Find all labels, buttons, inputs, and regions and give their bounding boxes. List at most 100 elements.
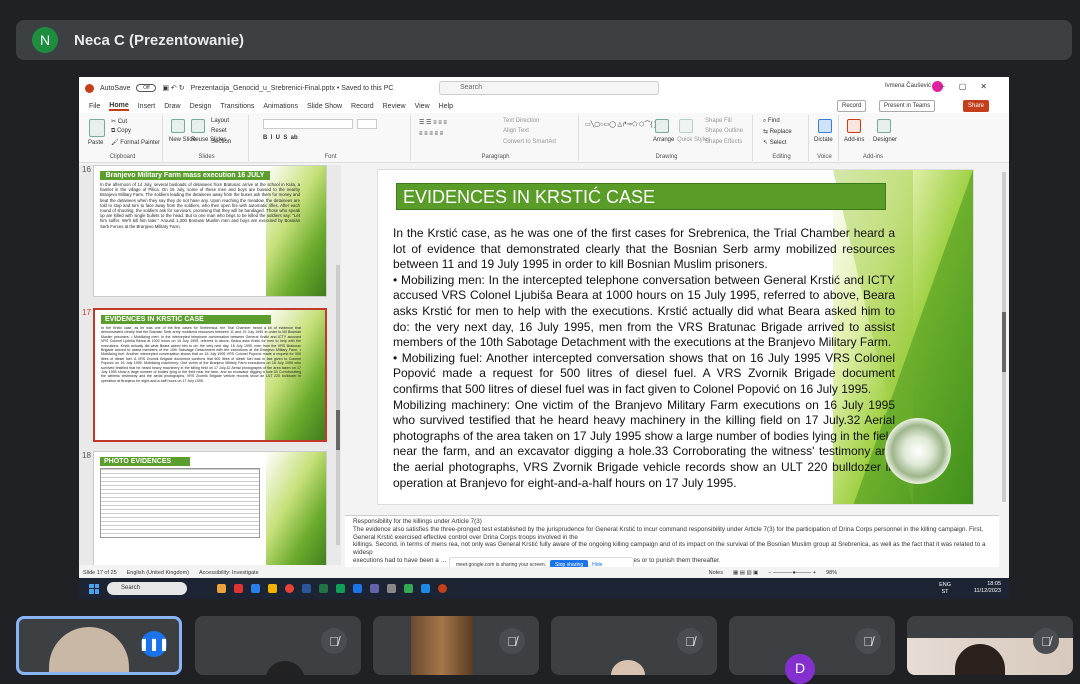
thumbnails-scrollbar[interactable]: [336, 265, 340, 545]
language-status[interactable]: English (United Kingdom): [127, 570, 189, 576]
menu-help[interactable]: Help: [439, 103, 453, 110]
present-in-teams-button[interactable]: Present in Teams: [879, 100, 936, 112]
slide-body[interactable]: In the Krstić case, as he was one of the…: [393, 226, 895, 491]
align-buttons[interactable]: ≡ ≡ ≡ ≡ ≡: [419, 131, 443, 137]
font-name-select[interactable]: [263, 119, 353, 129]
slide-title[interactable]: EVIDENCES IN KRSTIĆ CASE: [396, 183, 886, 210]
powerpoint-icon[interactable]: [438, 584, 447, 593]
dictate-label[interactable]: Dictate: [814, 137, 833, 143]
list-buttons[interactable]: ☰ ☰ ≡ ≡ ≡: [419, 119, 447, 126]
participant-tile[interactable]: 🎙̸: [907, 616, 1073, 675]
bold-italic-underline[interactable]: B I U S ab: [263, 135, 298, 141]
autosave-toggle[interactable]: Off: [136, 84, 157, 92]
shape-effects-button[interactable]: Shape Effects: [705, 139, 742, 145]
share-button[interactable]: Share: [963, 100, 990, 112]
quick-styles-icon[interactable]: [679, 119, 693, 133]
align-text-button[interactable]: Align Text: [503, 128, 529, 134]
menu-review[interactable]: Review: [383, 103, 406, 110]
menu-slide-show[interactable]: Slide Show: [307, 103, 342, 110]
shape-fill-button[interactable]: Shape Fill: [705, 118, 732, 124]
word-icon[interactable]: [302, 584, 311, 593]
notes-toggle[interactable]: Notes: [709, 570, 723, 576]
slide-scrollbar[interactable]: [1002, 172, 1006, 502]
thumb-decoration: [266, 452, 326, 565]
app-icon[interactable]: [234, 584, 243, 593]
participant-tile[interactable]: 🎙̸: [551, 616, 717, 675]
clock[interactable]: 18:05 11/12/2023: [974, 581, 1001, 595]
participant-video: [265, 661, 305, 675]
slide-canvas[interactable]: EVIDENCES IN KRSTIĆ CASE In the Krstić c…: [377, 169, 974, 505]
layout-button[interactable]: Layout: [211, 118, 229, 124]
windows-start-icon[interactable]: [89, 583, 99, 594]
slide-thumbnail-selected[interactable]: EVIDENCES IN KRSTIĆ CASE In the Krstić c…: [93, 308, 327, 442]
excel-icon[interactable]: [319, 584, 328, 593]
edge-icon[interactable]: [251, 584, 260, 593]
menu-design[interactable]: Design: [190, 103, 212, 110]
reuse-slides-icon[interactable]: [191, 119, 205, 133]
menu-record[interactable]: Record: [351, 103, 374, 110]
file-explorer-icon[interactable]: [217, 584, 226, 593]
record-button[interactable]: Record: [837, 100, 867, 112]
language-indicator[interactable]: ENG ST: [939, 582, 951, 596]
folder-icon[interactable]: [268, 584, 277, 593]
reset-button[interactable]: Reset: [211, 128, 227, 134]
clipboard-label: Clipboard: [109, 154, 136, 160]
participant-tile[interactable]: 🎙̸: [195, 616, 361, 675]
scrollbar-thumb[interactable]: [336, 410, 340, 450]
menu-home[interactable]: Home: [109, 102, 129, 111]
app-icon[interactable]: [404, 584, 413, 593]
outlook-icon[interactable]: [421, 584, 430, 593]
designer-icon[interactable]: [877, 119, 891, 133]
menu-file[interactable]: File: [89, 103, 100, 110]
font-size-select[interactable]: [357, 119, 377, 129]
accessibility-status[interactable]: Accessibility: Investigate: [199, 570, 259, 576]
copy-button[interactable]: ⧉ Copy: [111, 128, 131, 135]
menu-view[interactable]: View: [415, 103, 430, 110]
shapes-gallery[interactable]: ▭╲▢○▭◯ △↱⇨⬠ ⬡⌒{ }☆: [585, 119, 661, 128]
menu-transitions[interactable]: Transitions: [220, 103, 254, 110]
shape-outline-button[interactable]: Shape Outline: [705, 128, 743, 134]
microphone-icon[interactable]: [818, 119, 832, 133]
find-button[interactable]: ⌕ Find: [763, 118, 780, 125]
text-direction-button[interactable]: Text Direction: [503, 118, 539, 124]
view-buttons[interactable]: ▦ ▤ ▥ ▣: [733, 570, 758, 576]
slide-paragraph: • Mobilizing men: In the intercepted tel…: [393, 272, 895, 350]
format-painter-button[interactable]: 🖌 Format Painter: [111, 139, 160, 146]
search-input[interactable]: Search: [439, 81, 659, 95]
paste-label[interactable]: Paste: [88, 140, 103, 146]
menu-draw[interactable]: Draw: [164, 103, 180, 110]
user-name: Ivmena Čaušević: [884, 83, 931, 89]
teams-icon[interactable]: [370, 584, 379, 593]
participant-tile[interactable]: ❚❚❚: [16, 616, 182, 675]
app-icon[interactable]: [336, 584, 345, 593]
notes-pane[interactable]: Responsibility for the killings under Ar…: [345, 515, 999, 567]
slide-thumbnail[interactable]: PHOTO EVIDENCES: [93, 451, 327, 565]
zoom-level[interactable]: 98%: [826, 570, 837, 576]
window-controls[interactable]: –▢✕: [940, 82, 1001, 91]
zoom-slider[interactable]: – ─────●──── +: [768, 570, 816, 576]
cut-button[interactable]: ✂ Cut: [111, 118, 127, 125]
addins-label[interactable]: Add-ins: [844, 137, 864, 143]
select-button[interactable]: ↖ Select: [763, 139, 786, 146]
new-slide-icon[interactable]: [171, 119, 185, 133]
menu-animations[interactable]: Animations: [263, 103, 298, 110]
replace-button[interactable]: ⇆ Replace: [763, 128, 792, 135]
thumb-text: In the afternoon of 14 July, several bus…: [100, 182, 300, 229]
slide-thumbnail[interactable]: Branjevo Military Farm mass execution 16…: [93, 165, 327, 297]
menu-insert[interactable]: Insert: [138, 103, 156, 110]
smartart-button[interactable]: Convert to SmartArt: [503, 139, 556, 145]
app-icon[interactable]: [387, 584, 396, 593]
participant-tile[interactable]: 🎙̸: [373, 616, 539, 675]
designer-label[interactable]: Designer: [873, 137, 897, 143]
paste-icon[interactable]: [89, 119, 105, 137]
chrome-icon[interactable]: [285, 584, 294, 593]
arrange-label[interactable]: Arrange: [653, 137, 674, 143]
drawing-label: Drawing: [655, 154, 678, 160]
save-icon[interactable]: ▣ ↶ ↻: [162, 84, 184, 92]
app-icon[interactable]: [353, 584, 362, 593]
arrange-icon[interactable]: [655, 119, 669, 133]
scrollbar-thumb[interactable]: [1002, 312, 1006, 372]
addins-icon[interactable]: [847, 119, 861, 133]
taskbar-search[interactable]: Search: [107, 582, 187, 595]
section-button[interactable]: Section: [211, 139, 231, 145]
